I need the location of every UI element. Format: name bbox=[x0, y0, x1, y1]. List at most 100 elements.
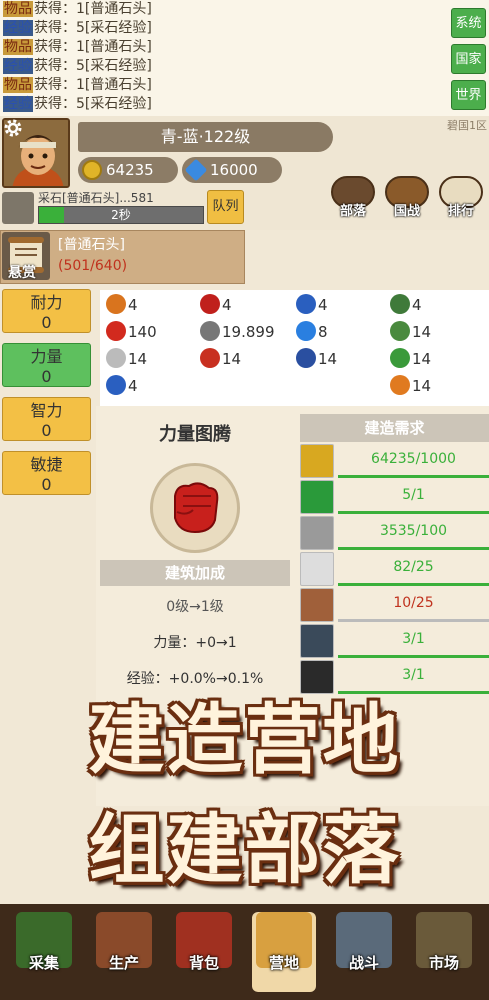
stat-value: 0 bbox=[41, 421, 52, 440]
diamond-value: 16000 bbox=[210, 161, 258, 179]
tribe-button[interactable]: 部落 bbox=[330, 176, 376, 226]
material-item[interactable]: 14 bbox=[390, 375, 431, 397]
system-button[interactable]: 系统 bbox=[451, 8, 486, 38]
requirement-value: 3535/100 bbox=[338, 516, 489, 550]
log-tag: 经验 bbox=[3, 96, 33, 112]
green-shield-icon bbox=[390, 321, 410, 341]
sword-icon bbox=[200, 321, 220, 341]
nav-battle[interactable]: 战斗 bbox=[332, 912, 396, 992]
nation-war-button[interactable]: 国战 bbox=[384, 176, 430, 226]
material-item[interactable]: 19.899 bbox=[200, 321, 275, 343]
material-item[interactable]: 14 bbox=[390, 348, 431, 370]
material-count: 4 bbox=[222, 296, 232, 314]
log-tag: 物品 bbox=[3, 1, 33, 17]
building-image[interactable] bbox=[150, 463, 240, 553]
material-count: 140 bbox=[128, 323, 157, 341]
gold-value: 64235 bbox=[106, 161, 154, 179]
dark-claw-icon bbox=[300, 624, 334, 658]
material-item[interactable]: 14 bbox=[390, 321, 431, 343]
requirement-value: 64235/1000 bbox=[338, 444, 489, 478]
material-item[interactable]: 4 bbox=[200, 294, 232, 316]
requirements-header: 建造需求 bbox=[300, 414, 489, 442]
requirement-value: 82/25 bbox=[338, 552, 489, 586]
material-item[interactable]: 4 bbox=[296, 294, 328, 316]
stat-name: 力量 bbox=[30, 347, 63, 366]
material-count: 14 bbox=[318, 350, 338, 368]
material-item[interactable]: 14 bbox=[200, 348, 241, 370]
material-count: 14 bbox=[128, 350, 148, 368]
bounty-label: 悬赏 bbox=[8, 265, 36, 281]
stat-strength[interactable]: 力量 0 bbox=[2, 343, 91, 387]
log-tag: 物品 bbox=[3, 39, 33, 55]
ranking-label: 排行 bbox=[447, 204, 474, 219]
log-text: 获得：5[采石经验] bbox=[34, 20, 152, 36]
stat-value: 0 bbox=[41, 313, 52, 332]
material-count: 8 bbox=[318, 323, 328, 341]
log-text: 获得：1[普通石头] bbox=[34, 77, 152, 93]
nav-camp[interactable]: 营地 bbox=[252, 912, 316, 992]
stat-value: 0 bbox=[41, 475, 52, 494]
game-screen: 物品 获得：1[普通石头] 经验 获得：5[采石经验] 物品 获得：1[普通石头] 经… bbox=[0, 0, 489, 1000]
region-label: 碧国1区 bbox=[447, 119, 487, 132]
stat-name: 敏捷 bbox=[30, 455, 63, 474]
green-leaf-icon bbox=[390, 348, 410, 368]
stat-agility[interactable]: 敏捷 0 bbox=[2, 451, 91, 495]
ranking-button[interactable]: 排行 bbox=[438, 176, 484, 226]
promo-banner-line2: 组建部落 bbox=[88, 805, 401, 894]
material-count: 14 bbox=[412, 350, 432, 368]
bone-icon bbox=[300, 588, 334, 622]
work-label: 采石[普通石头]...581 bbox=[38, 191, 154, 205]
log-tag: 经验 bbox=[3, 20, 33, 36]
material-item[interactable]: 14 bbox=[106, 348, 147, 370]
stat-intelligence[interactable]: 智力 0 bbox=[2, 397, 91, 441]
blue-rune-icon bbox=[296, 294, 316, 314]
bounty-item: [普通石头] bbox=[58, 237, 125, 253]
log-text: 获得：1[普通石头] bbox=[34, 1, 152, 17]
stat-value: 0 bbox=[41, 367, 52, 386]
building-name: 力量图腾 bbox=[159, 424, 231, 445]
queue-button[interactable]: 队列 bbox=[207, 190, 244, 224]
stone-work-icon bbox=[2, 192, 34, 224]
material-item[interactable]: 4 bbox=[106, 294, 138, 316]
log-tag: 物品 bbox=[3, 77, 33, 93]
orange-rune-icon bbox=[106, 294, 126, 314]
world-button[interactable]: 世界 bbox=[451, 80, 486, 110]
settings-gear-icon[interactable] bbox=[3, 118, 23, 138]
strength-change: 力量：+0→1 bbox=[153, 635, 237, 651]
exp-change: 经验：+0.0%→0.1% bbox=[126, 671, 264, 687]
material-item[interactable]: 140 bbox=[106, 321, 157, 343]
nav-gather[interactable]: 采集 bbox=[12, 912, 76, 992]
nav-label: 战斗 bbox=[348, 954, 379, 972]
building-bonus-header: 建筑加成 bbox=[100, 560, 290, 586]
material-count: 4 bbox=[412, 296, 422, 314]
material-count: 14 bbox=[412, 377, 432, 395]
gold-display: 64235 bbox=[78, 157, 178, 183]
nav-label: 生产 bbox=[108, 954, 139, 972]
fist-icon bbox=[174, 482, 219, 534]
stat-name: 耐力 bbox=[30, 293, 63, 312]
stat-stamina[interactable]: 耐力 0 bbox=[2, 289, 91, 333]
material-count: 14 bbox=[412, 323, 432, 341]
requirement-value: 10/25 bbox=[338, 588, 489, 622]
nav-produce[interactable]: 生产 bbox=[92, 912, 156, 992]
nav-market[interactable]: 市场 bbox=[412, 912, 476, 992]
nav-backpack[interactable]: 背包 bbox=[172, 912, 236, 992]
player-name: 青-蓝·122级 bbox=[78, 122, 333, 152]
material-item[interactable]: 4 bbox=[390, 294, 422, 316]
material-item[interactable]: 8 bbox=[296, 321, 328, 343]
red-heart-icon bbox=[106, 321, 126, 341]
stone-icon bbox=[300, 516, 334, 550]
nation-button[interactable]: 国家 bbox=[451, 44, 486, 74]
material-item[interactable]: 4 bbox=[106, 375, 138, 397]
log-tag: 经验 bbox=[3, 58, 33, 74]
diamond-icon bbox=[184, 158, 208, 182]
log-line: 物品 获得：1[普通石头] bbox=[3, 0, 152, 18]
orange-flame-icon bbox=[390, 375, 410, 395]
work-time: 2秒 bbox=[111, 208, 131, 222]
material-item[interactable]: 14 bbox=[296, 348, 337, 370]
requirement-value: 5/1 bbox=[338, 480, 489, 514]
log-line: 物品 获得：1[普通石头] bbox=[3, 38, 152, 56]
nav-label: 市场 bbox=[428, 954, 459, 972]
material-count: 19.899 bbox=[222, 323, 275, 341]
blue-armor-icon bbox=[106, 375, 126, 395]
